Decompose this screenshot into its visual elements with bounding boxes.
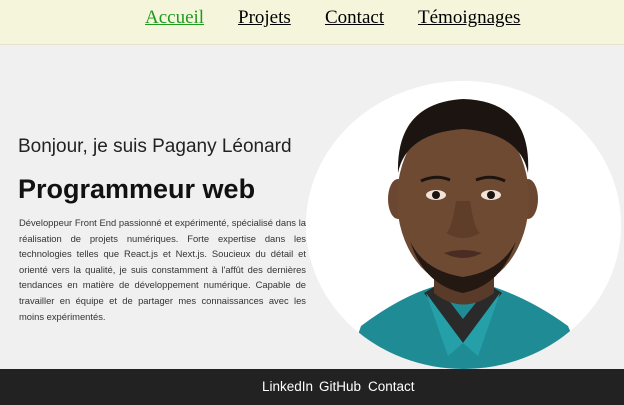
hero-title: Programmeur web xyxy=(18,174,256,204)
footer: LinkedIn GitHub Contact xyxy=(0,369,624,405)
hero-greeting: Bonjour, je suis Pagany Léonard xyxy=(18,136,292,157)
footer-link-linkedin[interactable]: LinkedIn xyxy=(262,379,313,394)
nav-link-contact[interactable]: Contact xyxy=(325,7,384,29)
nav-link-accueil[interactable]: Accueil xyxy=(145,7,204,29)
top-navigation: Accueil Projets Contact Témoignages xyxy=(0,0,624,45)
hero-bio: Développeur Front End passionné et expér… xyxy=(19,217,306,322)
nav-link-projets[interactable]: Projets xyxy=(238,7,291,29)
footer-link-github[interactable]: GitHub xyxy=(319,379,361,394)
profile-photo xyxy=(306,81,621,369)
footer-link-contact[interactable]: Contact xyxy=(368,379,415,394)
nav-link-temoignages[interactable]: Témoignages xyxy=(418,7,520,29)
